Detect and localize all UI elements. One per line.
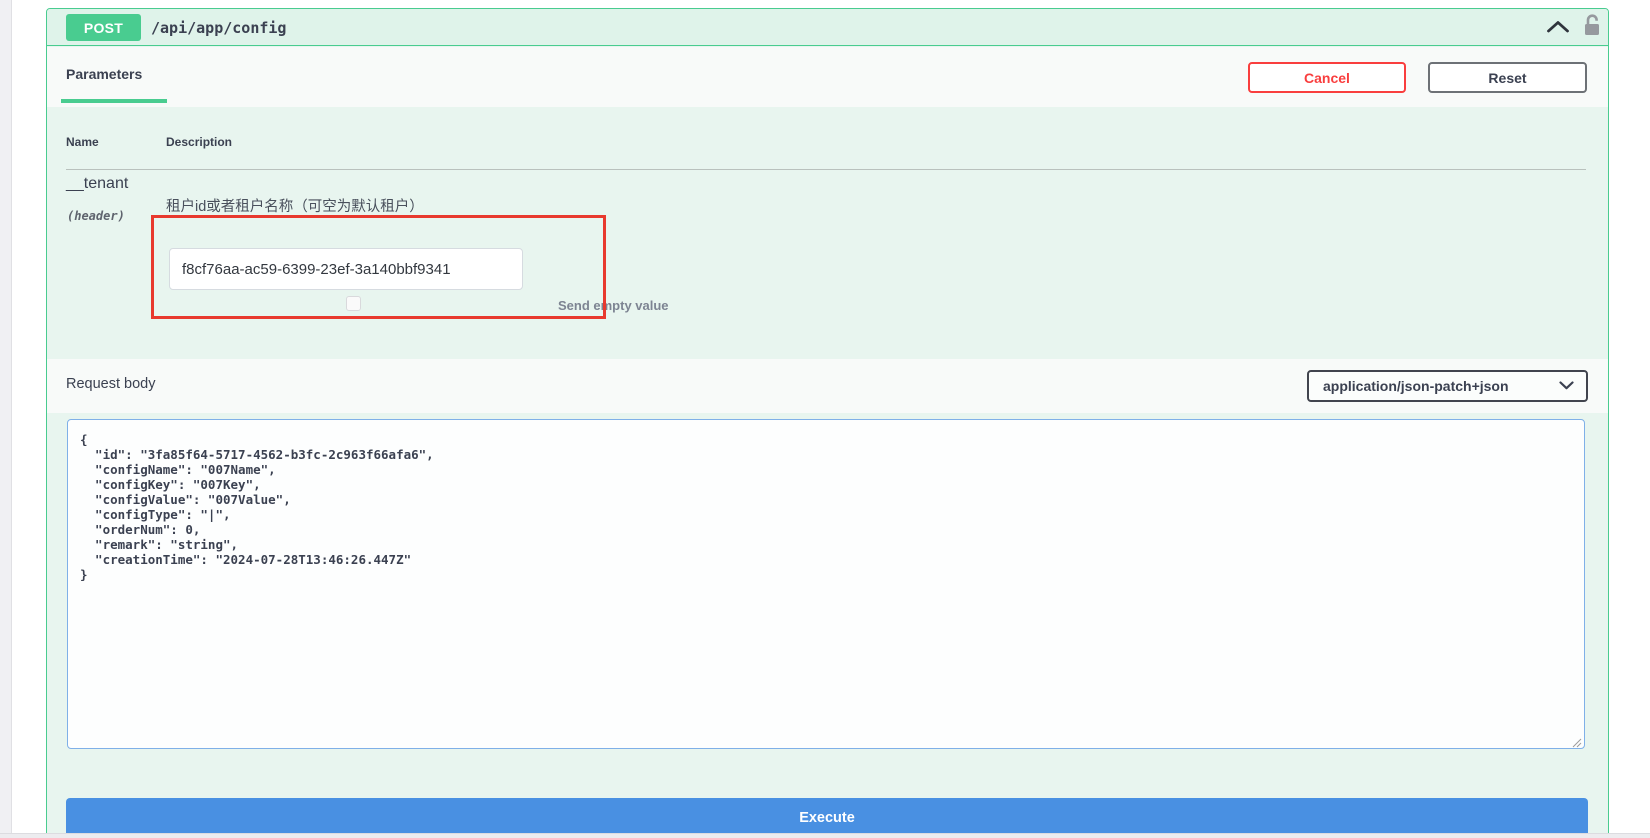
execute-button[interactable]: Execute [66,798,1588,838]
request-body-label: Request body [66,376,155,392]
reset-button[interactable]: Reset [1428,62,1587,93]
parameter-location: (header) [67,209,125,223]
auth-lock-button[interactable] [1579,13,1605,41]
opblock-summary[interactable]: POST /api/app/config [47,9,1608,46]
request-body-textarea[interactable]: { "id": "3fa85f64-5717-4562-b3fc-2c963f6… [67,419,1585,749]
tab-underline [61,99,167,103]
send-empty-value-checkbox[interactable] [346,296,361,311]
table-header-divider [66,169,1586,170]
request-body-editor-wrap: { "id": "3fa85f64-5717-4562-b3fc-2c963f6… [67,419,1585,749]
column-header-name: Name [66,135,99,149]
unlocked-padlock-icon [1582,14,1602,40]
tenant-value-input[interactable] [169,248,523,290]
content-type-select[interactable]: application/json-patch+json [1307,370,1588,402]
send-empty-value-label: Send empty value [558,298,669,313]
parameter-name: __tenant [66,175,128,193]
tab-parameters: Parameters [66,66,142,82]
page: POST /api/app/config Parameters Cancel [0,0,1650,838]
collapse-button[interactable] [1543,16,1573,40]
page-bottom-edge [0,833,1650,838]
column-header-description: Description [166,135,232,149]
content-type-value: application/json-patch+json [1323,378,1509,394]
opblock-post-api-app-config: POST /api/app/config Parameters Cancel [46,8,1609,838]
parameter-description: 租户id或者租户名称（可空为默认租户） [166,195,424,216]
cancel-button[interactable]: Cancel [1248,62,1406,93]
page-left-edge [0,0,12,838]
chevron-up-icon [1546,20,1570,36]
method-badge: POST [66,14,141,41]
chevron-down-icon [1559,377,1574,395]
endpoint-path: /api/app/config [151,9,286,46]
